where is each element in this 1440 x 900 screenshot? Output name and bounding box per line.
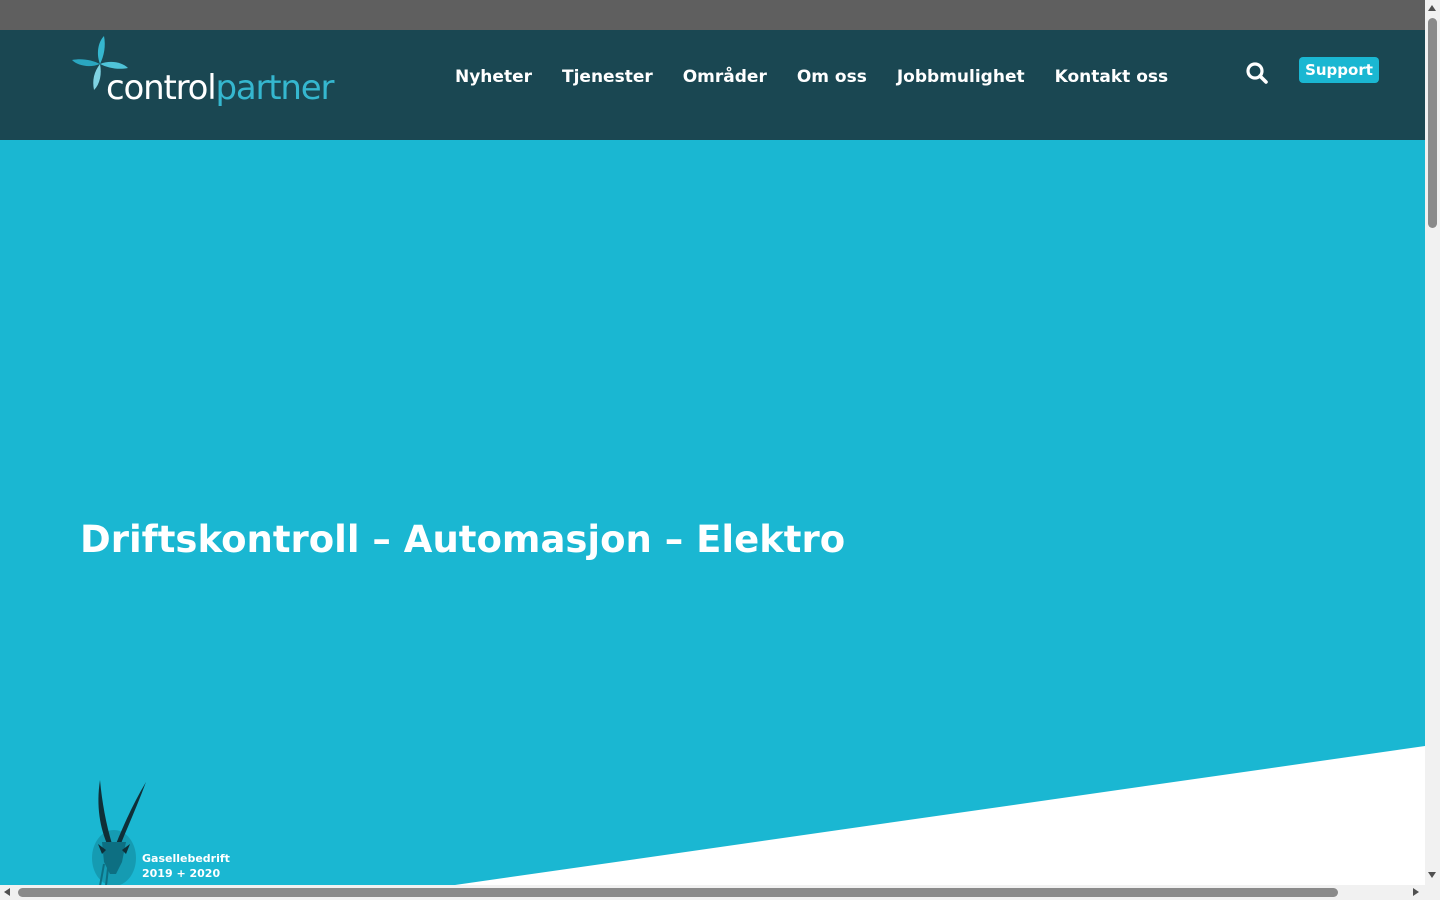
logo-text: controlpartner xyxy=(106,68,334,108)
vertical-scrollbar-thumb[interactable] xyxy=(1428,18,1437,228)
hero-section: Driftskontroll – Automasjon – Elektro Ga… xyxy=(0,140,1425,888)
nav-item-kontakt-oss[interactable]: Kontakt oss xyxy=(1055,66,1169,88)
search-button[interactable] xyxy=(1244,60,1270,86)
hero-diagonal-shape xyxy=(455,746,1425,885)
logo-text-partner: partner xyxy=(215,68,334,108)
gazelle-badge[interactable]: Gasellebedrift 2019 + 2020 xyxy=(80,778,240,888)
nav-item-omrader[interactable]: Områder xyxy=(683,66,767,88)
logo[interactable]: controlpartner xyxy=(70,34,340,114)
gazelle-label-title: Gasellebedrift xyxy=(142,852,230,865)
scroll-up-icon[interactable] xyxy=(1428,5,1436,11)
site-header: controlpartner Nyheter Tjenester Områder… xyxy=(0,30,1425,140)
scroll-down-icon[interactable] xyxy=(1428,872,1436,878)
page: controlpartner Nyheter Tjenester Områder… xyxy=(0,0,1440,900)
horizontal-scrollbar[interactable] xyxy=(0,885,1440,900)
nav-item-jobbmulighet[interactable]: Jobbmulighet xyxy=(897,66,1025,88)
nav-item-tjenester[interactable]: Tjenester xyxy=(562,66,653,88)
horizontal-scrollbar-thumb[interactable] xyxy=(18,888,1338,897)
hero-title: Driftskontroll – Automasjon – Elektro xyxy=(80,518,846,561)
support-button[interactable]: Support xyxy=(1299,57,1379,83)
nav-item-om-oss[interactable]: Om oss xyxy=(797,66,867,88)
gazelle-label-years: 2019 + 2020 xyxy=(142,867,221,880)
nav-item-nyheter[interactable]: Nyheter xyxy=(455,66,532,88)
vertical-scrollbar[interactable] xyxy=(1425,0,1440,885)
scroll-right-icon[interactable] xyxy=(1413,888,1419,896)
main-nav: Nyheter Tjenester Områder Om oss Jobbmul… xyxy=(455,66,1168,88)
logo-text-control: control xyxy=(106,68,217,108)
scroll-left-icon[interactable] xyxy=(4,888,10,896)
search-icon xyxy=(1246,62,1268,84)
top-strip xyxy=(0,0,1425,30)
